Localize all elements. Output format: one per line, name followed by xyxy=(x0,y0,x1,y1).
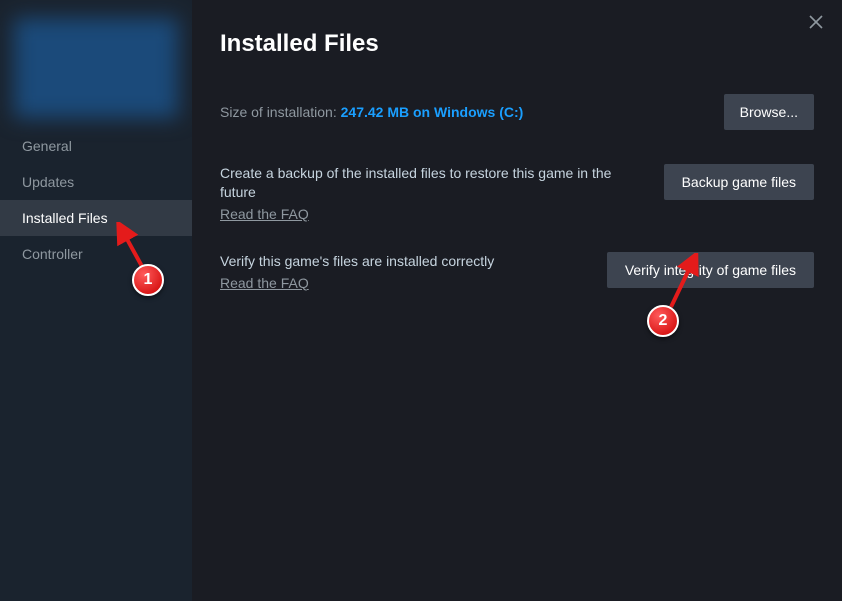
backup-description: Create a backup of the installed files t… xyxy=(220,164,644,202)
backup-text: Create a backup of the installed files t… xyxy=(220,164,664,224)
close-icon xyxy=(809,15,823,29)
close-button[interactable] xyxy=(806,12,826,32)
browse-button[interactable]: Browse... xyxy=(724,94,814,130)
game-header-image xyxy=(14,18,178,118)
backup-faq-link[interactable]: Read the FAQ xyxy=(220,206,309,222)
verify-section: Verify this game's files are installed c… xyxy=(220,252,814,293)
content-panel: Installed Files Size of installation: 24… xyxy=(192,0,842,601)
properties-window: General Updates Installed Files Controll… xyxy=(0,0,842,601)
verify-integrity-button[interactable]: Verify integrity of game files xyxy=(607,252,814,288)
sidebar-item-installed-files[interactable]: Installed Files xyxy=(0,200,192,236)
installation-size-value: 247.42 MB on Windows (C:) xyxy=(341,104,524,120)
verify-description: Verify this game's files are installed c… xyxy=(220,252,587,271)
sidebar-item-updates[interactable]: Updates xyxy=(0,164,192,200)
backup-section: Create a backup of the installed files t… xyxy=(220,164,814,224)
installation-size-row: Size of installation: 247.42 MB on Windo… xyxy=(220,94,814,130)
installation-size-text: Size of installation: 247.42 MB on Windo… xyxy=(220,104,523,120)
verify-faq-link[interactable]: Read the FAQ xyxy=(220,275,309,291)
sidebar-item-general[interactable]: General xyxy=(0,128,192,164)
installation-size-label: Size of installation: xyxy=(220,104,341,120)
page-title: Installed Files xyxy=(220,30,814,58)
verify-text: Verify this game's files are installed c… xyxy=(220,252,607,293)
backup-game-files-button[interactable]: Backup game files xyxy=(664,164,814,200)
sidebar: General Updates Installed Files Controll… xyxy=(0,0,192,601)
sidebar-item-controller[interactable]: Controller xyxy=(0,236,192,272)
